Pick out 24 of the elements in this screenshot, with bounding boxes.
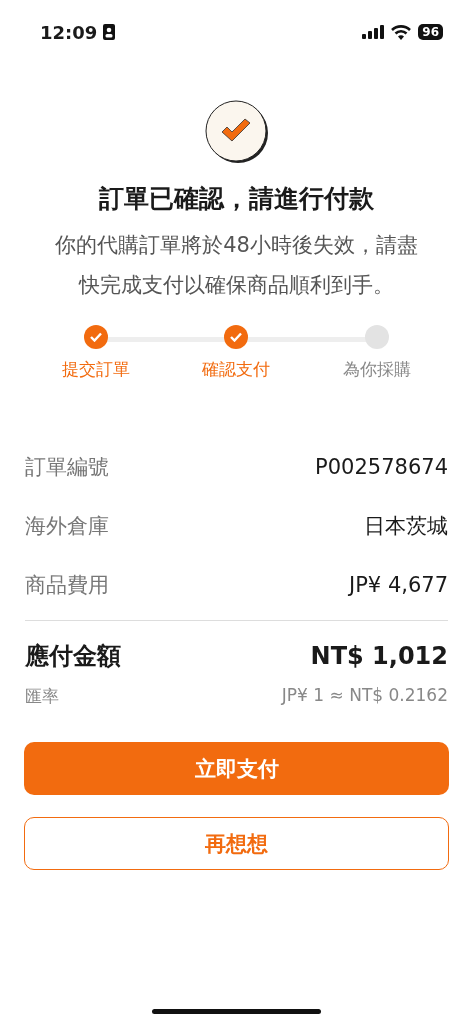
- home-indicator[interactable]: [152, 1009, 321, 1014]
- step-label: 提交訂單: [62, 358, 131, 381]
- step-label: 確認支付: [202, 358, 271, 381]
- total-label: 應付金額: [25, 641, 121, 672]
- check-icon: [204, 100, 269, 164]
- detail-label: 商品費用: [25, 571, 109, 599]
- battery-level: 96: [418, 24, 443, 40]
- rate-label: 匯率: [25, 685, 59, 708]
- page-title: 訂單已確認，請進行付款: [99, 183, 374, 215]
- person-badge-icon: [103, 24, 116, 40]
- notice-text: 你的代購訂單將於48小時後失效，請盡快完成支付以確保商品順利到手。: [54, 232, 419, 299]
- detail-label: 訂單編號: [25, 453, 109, 481]
- detail-value: JP¥ 4,677: [349, 572, 448, 597]
- detail-value: P002578674: [315, 454, 448, 479]
- step-label: 為你採購: [342, 358, 411, 381]
- wifi-icon: [391, 24, 412, 40]
- detail-label: 海外倉庫: [25, 512, 109, 540]
- signal-icon: [362, 25, 385, 39]
- status-time: 12:09: [40, 21, 98, 43]
- pay-button[interactable]: 立即支付: [24, 742, 449, 795]
- cancel-button[interactable]: 再想想: [24, 817, 449, 870]
- total-amount: NT$ 1,012: [310, 642, 448, 670]
- detail-value: 日本茨城: [364, 512, 448, 540]
- rate-value: JP¥ 1 ≈ NT$ 0.2162: [281, 685, 448, 707]
